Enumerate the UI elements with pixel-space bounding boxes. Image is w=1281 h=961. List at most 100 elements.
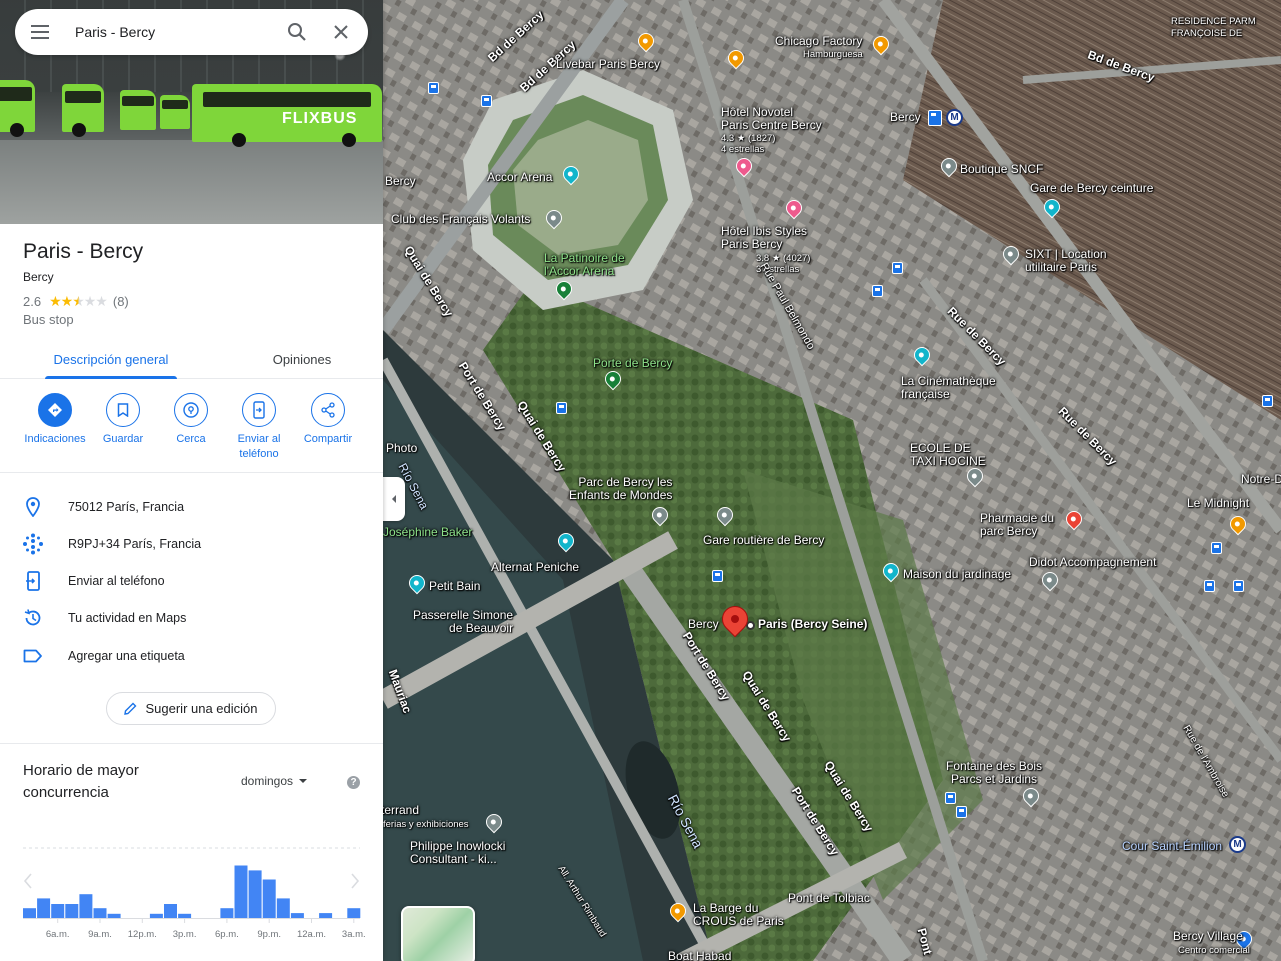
bus-brand: FLIXBUS <box>282 110 358 127</box>
bus-stop-icon[interactable] <box>481 95 492 107</box>
search-box <box>15 9 368 55</box>
poi-label[interactable]: Alternat Peniche <box>491 561 579 574</box>
poi-label[interactable]: Petit Bain <box>429 580 480 593</box>
chart-bar[interactable] <box>262 879 276 919</box>
bus-stop-icon[interactable] <box>428 82 439 94</box>
bus-stop-icon[interactable] <box>872 285 883 297</box>
tab-reviews[interactable]: Opiniones <box>252 340 352 378</box>
chart-bar[interactable] <box>290 913 304 918</box>
chart-prev-arrow[interactable] <box>23 873 32 889</box>
poi-label[interactable]: Boutique SNCF <box>960 163 1043 176</box>
clear-search-button[interactable] <box>319 9 363 55</box>
day-selector[interactable]: domingos <box>241 774 308 788</box>
add-label-row[interactable]: Agregar una etiqueta <box>0 637 383 674</box>
metro-icon[interactable]: M <box>946 109 963 126</box>
poi-label[interactable]: terrand <box>383 804 419 817</box>
poi-label[interactable]: ECOLE DE TAXI HOCINE <box>910 442 986 468</box>
chart-bar[interactable] <box>234 865 248 919</box>
poi-label[interactable]: La Patinoire de l'Accor Arena <box>544 252 625 278</box>
chart-bar[interactable] <box>65 904 79 918</box>
poi-label[interactable]: Maison du jardinage <box>903 568 1011 581</box>
nearby-button[interactable]: Cerca <box>156 393 226 447</box>
poi-label[interactable]: Didot Accompagnement <box>1029 556 1156 569</box>
chart-bar[interactable] <box>164 904 177 918</box>
chart-bar[interactable] <box>248 870 262 918</box>
tab-overview[interactable]: Descripción general <box>45 340 177 379</box>
bus-stop-icon[interactable] <box>712 570 723 582</box>
stop-label[interactable]: Bercy <box>688 618 719 631</box>
station-label[interactable]: Bercy <box>890 111 921 124</box>
layers-toggle-button[interactable] <box>401 906 475 961</box>
poi-label[interactable]: Club des Français Volants <box>391 213 530 226</box>
poi-label[interactable]: Notre-D <box>1241 473 1281 486</box>
menu-button[interactable] <box>15 9 67 55</box>
poi-label[interactable]: Gare de Bercy ceinture <box>1030 182 1153 195</box>
poi-label[interactable]: Hôtel Novotel Paris Centre Bercy <box>721 106 822 132</box>
chart-bar[interactable] <box>347 908 361 918</box>
send-to-phone-text: Enviar al teléfono <box>68 573 165 588</box>
activity-row[interactable]: Tu actividad en Maps <box>0 599 383 636</box>
chart-bar[interactable] <box>79 894 93 918</box>
chart-bar[interactable] <box>276 898 290 918</box>
poi-label[interactable]: Le Midnight <box>1187 497 1249 510</box>
poi-label[interactable]: Philippe Inowlocki Consultant - ki... <box>410 840 505 866</box>
chart-bar[interactable] <box>107 913 121 918</box>
chart-bar[interactable] <box>319 913 333 918</box>
satellite-map[interactable]: M M RESIDENCE PARM FRANÇOISE DE Bd de Be… <box>383 0 1281 961</box>
poi-label[interactable]: Gare routière de Bercy <box>703 534 824 547</box>
train-station-icon[interactable] <box>928 110 942 126</box>
chart-bar[interactable] <box>149 913 163 918</box>
help-icon[interactable]: ? <box>347 776 360 789</box>
review-count[interactable]: (8) <box>113 294 129 309</box>
bus-stop-icon[interactable] <box>1233 580 1244 592</box>
location-pin-icon <box>26 496 40 517</box>
collapse-panel-button[interactable] <box>383 477 405 521</box>
bridge-label[interactable]: Pont de Tolbiac <box>788 892 870 905</box>
poi-label[interactable]: Livebar Paris Bercy <box>556 58 660 71</box>
save-button[interactable]: Guardar <box>88 393 158 447</box>
chart-bar[interactable] <box>220 908 234 918</box>
poi-label[interactable]: Parc de Bercy les Enfants de Mondes <box>569 476 672 502</box>
bus-stop-icon[interactable] <box>945 792 956 804</box>
map-label: Photo <box>386 441 418 455</box>
poi-label[interactable]: Passerelle Simone de Beauvoir <box>413 609 513 635</box>
metro-icon[interactable]: M <box>1229 836 1246 853</box>
poi-label[interactable]: Porte de Bercy <box>593 357 672 370</box>
chart-bar[interactable] <box>178 913 192 918</box>
place-category[interactable]: Bus stop <box>23 312 74 327</box>
poi-label[interactable]: Hôtel Ibis Styles Paris Bercy <box>721 225 807 251</box>
poi-label[interactable]: SIXT | Location utilitaire Paris <box>1025 248 1107 274</box>
poi-label[interactable]: Boat Habad <box>668 950 731 961</box>
poi-label[interactable]: Joséphine Baker <box>383 526 472 539</box>
send-to-phone-button[interactable]: Enviar al teléfono <box>224 393 294 462</box>
search-button[interactable] <box>275 9 319 55</box>
bus-stop-icon[interactable] <box>1262 395 1273 407</box>
chart-bar[interactable] <box>23 908 36 918</box>
bus-stop-icon[interactable] <box>956 806 967 818</box>
send-to-phone-row[interactable]: Enviar al teléfono <box>0 562 383 599</box>
chart-bar[interactable] <box>51 904 65 918</box>
bus-stop-icon[interactable] <box>1204 580 1215 592</box>
bus-stop-icon[interactable] <box>556 402 567 414</box>
search-input[interactable] <box>75 17 275 47</box>
poi-label[interactable]: Pharmacie du parc Bercy <box>980 512 1054 538</box>
selected-stop-label[interactable]: Paris (Bercy Seine) <box>758 618 867 631</box>
share-button[interactable]: Compartir <box>293 393 363 447</box>
poi-label[interactable]: Bercy Village <box>1173 930 1243 943</box>
plus-code-row[interactable]: R9PJ+34 París, Francia <box>0 525 383 562</box>
poi-label[interactable]: Chicago Factory <box>775 35 862 48</box>
station-label[interactable]: Cour Saint-Émilion <box>1122 840 1222 853</box>
poi-label[interactable]: La Barge du CROUS de Paris <box>693 902 784 928</box>
address-row[interactable]: 75012 París, Francia <box>0 488 383 525</box>
suggest-edit-button[interactable]: Sugerir una edición <box>106 692 276 725</box>
poi-label[interactable]: Accor Arena <box>487 171 552 184</box>
bus-stop-icon[interactable] <box>1211 542 1222 554</box>
directions-button[interactable]: Indicaciones <box>20 393 90 447</box>
chart-bar[interactable] <box>93 908 107 918</box>
chart-bar[interactable] <box>37 898 51 918</box>
place-subtitle[interactable]: Bercy <box>23 270 54 284</box>
bus-stop-icon[interactable] <box>892 262 903 274</box>
poi-label[interactable]: La Cinémathèque française <box>901 375 996 401</box>
chart-next-arrow[interactable] <box>351 873 360 889</box>
poi-label[interactable]: Fontaine des Bois Parcs et Jardins <box>946 760 1042 786</box>
